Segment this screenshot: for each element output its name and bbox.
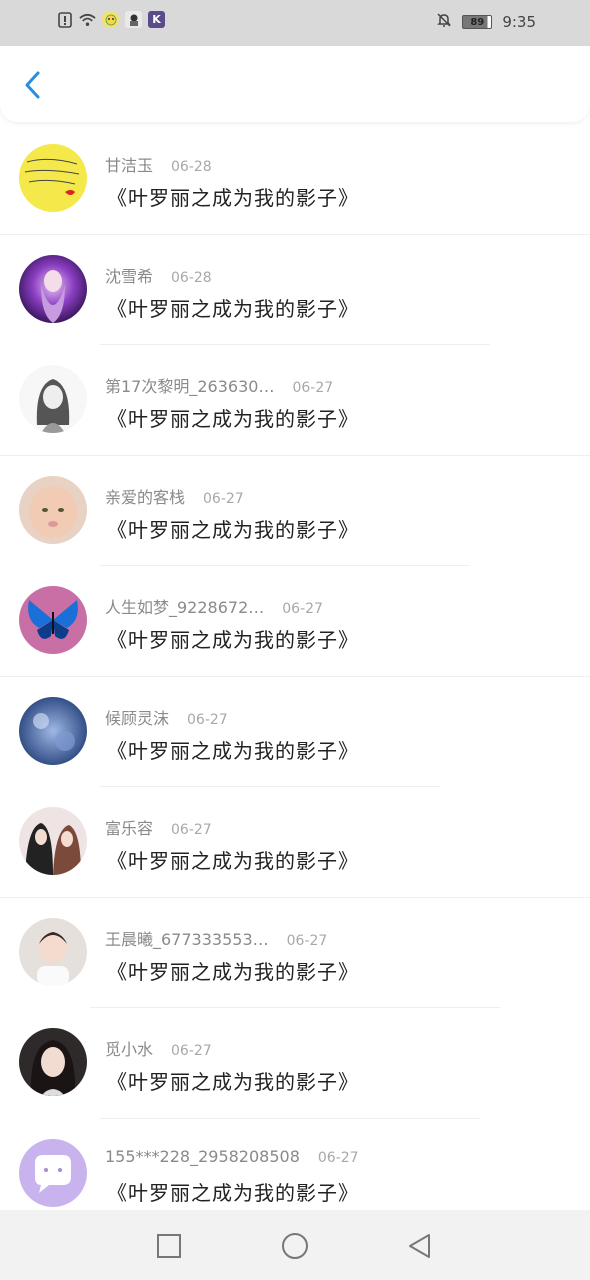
app-icon-2 xyxy=(125,11,142,28)
item-date: 06-27 xyxy=(171,822,212,838)
status-right: 89 9:35 xyxy=(436,12,536,32)
item-header: 王晨曦_677333553… 06-27 xyxy=(105,926,327,950)
list-item[interactable]: 甘洁玉 06-28 《叶罗丽之成为我的影子》 xyxy=(0,124,590,235)
list-item[interactable]: 富乐容 06-27 《叶罗丽之成为我的影子》 xyxy=(0,787,590,898)
item-header: 亲爱的客栈 06-27 xyxy=(105,484,244,508)
user-name: 甘洁玉 xyxy=(105,156,154,175)
item-header: 第17次黎明_263630… 06-27 xyxy=(105,373,333,397)
item-date: 06-27 xyxy=(203,490,244,507)
bell-off-icon xyxy=(436,12,452,32)
list-item[interactable]: 候顾灵沫 06-27 《叶罗丽之成为我的影子》 xyxy=(0,677,590,787)
status-time: 9:35 xyxy=(502,13,536,31)
list-item[interactable]: 觅小水 06-27 《叶罗丽之成为我的影子》 xyxy=(0,1008,590,1119)
avatar[interactable] xyxy=(19,807,87,875)
user-name: 亲爱的客栈 xyxy=(105,487,186,507)
item-date: 06-27 xyxy=(292,380,334,396)
item-date: 06-27 xyxy=(171,1043,212,1059)
avatar[interactable] xyxy=(19,917,87,986)
item-message: 《叶罗丽之成为我的影子》 xyxy=(107,186,359,210)
item-message: 《叶罗丽之成为我的影子》 xyxy=(107,407,359,431)
item-message: 《叶罗丽之成为我的影子》 xyxy=(107,738,359,763)
circle-icon xyxy=(282,1233,308,1259)
list-item[interactable]: 王晨曦_677333553… 06-27 《叶罗丽之成为我的影子》 xyxy=(0,898,590,1008)
item-header: 155***228_2958208508 06-27 xyxy=(105,1147,359,1166)
avatar[interactable] xyxy=(19,475,87,544)
item-date: 06-27 xyxy=(317,1149,359,1166)
list-item[interactable]: 亲爱的客栈 06-27 《叶罗丽之成为我的影子》 xyxy=(0,456,590,566)
item-message: 《叶罗丽之成为我的影子》 xyxy=(107,628,359,652)
item-message: 《叶罗丽之成为我的影子》 xyxy=(107,1070,359,1094)
user-name: 人生如梦_9228672… xyxy=(105,598,265,617)
message-list: 甘洁玉 06-28 《叶罗丽之成为我的影子》 沈雪希 06-28 《叶罗丽之成为… xyxy=(0,124,590,1229)
list-item[interactable]: 人生如梦_9228672… 06-27 《叶罗丽之成为我的影子》 xyxy=(0,566,590,677)
wifi-icon xyxy=(79,11,96,28)
status-bar: K 89 9:35 xyxy=(0,0,590,46)
avatar[interactable] xyxy=(19,1028,87,1096)
user-name: 王晨曦_677333553… xyxy=(105,929,269,949)
back-nav-button[interactable] xyxy=(406,1232,434,1260)
header-bar xyxy=(0,46,590,122)
item-message: 《叶罗丽之成为我的影子》 xyxy=(107,517,359,542)
battery-level: 89 xyxy=(470,16,485,28)
avatar[interactable] xyxy=(19,696,87,765)
item-header: 候顾灵沫 06-27 xyxy=(105,705,228,729)
item-message: 《叶罗丽之成为我的影子》 xyxy=(107,959,359,984)
item-header: 富乐容 06-27 xyxy=(105,815,212,839)
user-name: 富乐容 xyxy=(105,819,154,838)
avatar[interactable] xyxy=(19,254,87,323)
item-date: 06-28 xyxy=(171,269,212,286)
square-icon xyxy=(157,1234,181,1258)
user-name: 155***228_2958208508 xyxy=(105,1146,300,1166)
item-header: 人生如梦_9228672… 06-27 xyxy=(105,594,323,618)
item-header: 沈雪希 06-28 xyxy=(105,263,212,287)
list-item[interactable]: 第17次黎明_263630… 06-27 《叶罗丽之成为我的影子》 xyxy=(0,345,590,456)
recents-button[interactable] xyxy=(155,1232,183,1260)
avatar[interactable] xyxy=(19,144,87,212)
chevron-left-icon xyxy=(25,71,40,99)
app-icon-k: K xyxy=(148,11,165,28)
item-date: 06-27 xyxy=(187,711,228,728)
list-item[interactable]: 沈雪希 06-28 《叶罗丽之成为我的影子》 xyxy=(0,235,590,345)
item-message: 《叶罗丽之成为我的影子》 xyxy=(107,296,359,321)
user-name: 沈雪希 xyxy=(105,266,154,286)
user-name: 觅小水 xyxy=(105,1040,154,1059)
user-name: 候顾灵沫 xyxy=(105,708,170,728)
item-header: 甘洁玉 06-28 xyxy=(105,152,212,176)
item-header: 觅小水 06-27 xyxy=(105,1036,212,1060)
avatar[interactable] xyxy=(19,586,87,654)
navigation-bar xyxy=(0,1210,590,1280)
battery-icon: 89 xyxy=(462,15,493,29)
item-message: 《叶罗丽之成为我的影子》 xyxy=(107,849,359,873)
home-button[interactable] xyxy=(281,1232,309,1260)
status-icons: K xyxy=(56,11,165,28)
back-button[interactable] xyxy=(18,68,48,102)
item-date: 06-27 xyxy=(282,601,323,617)
app-icon-1 xyxy=(102,11,119,28)
avatar[interactable] xyxy=(19,1138,87,1207)
item-message: 《叶罗丽之成为我的影子》 xyxy=(107,1180,359,1205)
avatar[interactable] xyxy=(19,365,87,433)
item-date: 06-27 xyxy=(286,932,328,949)
triangle-back-icon xyxy=(409,1234,430,1258)
alert-icon xyxy=(56,11,73,28)
item-date: 06-28 xyxy=(171,159,212,175)
user-name: 第17次黎明_263630… xyxy=(105,377,275,396)
